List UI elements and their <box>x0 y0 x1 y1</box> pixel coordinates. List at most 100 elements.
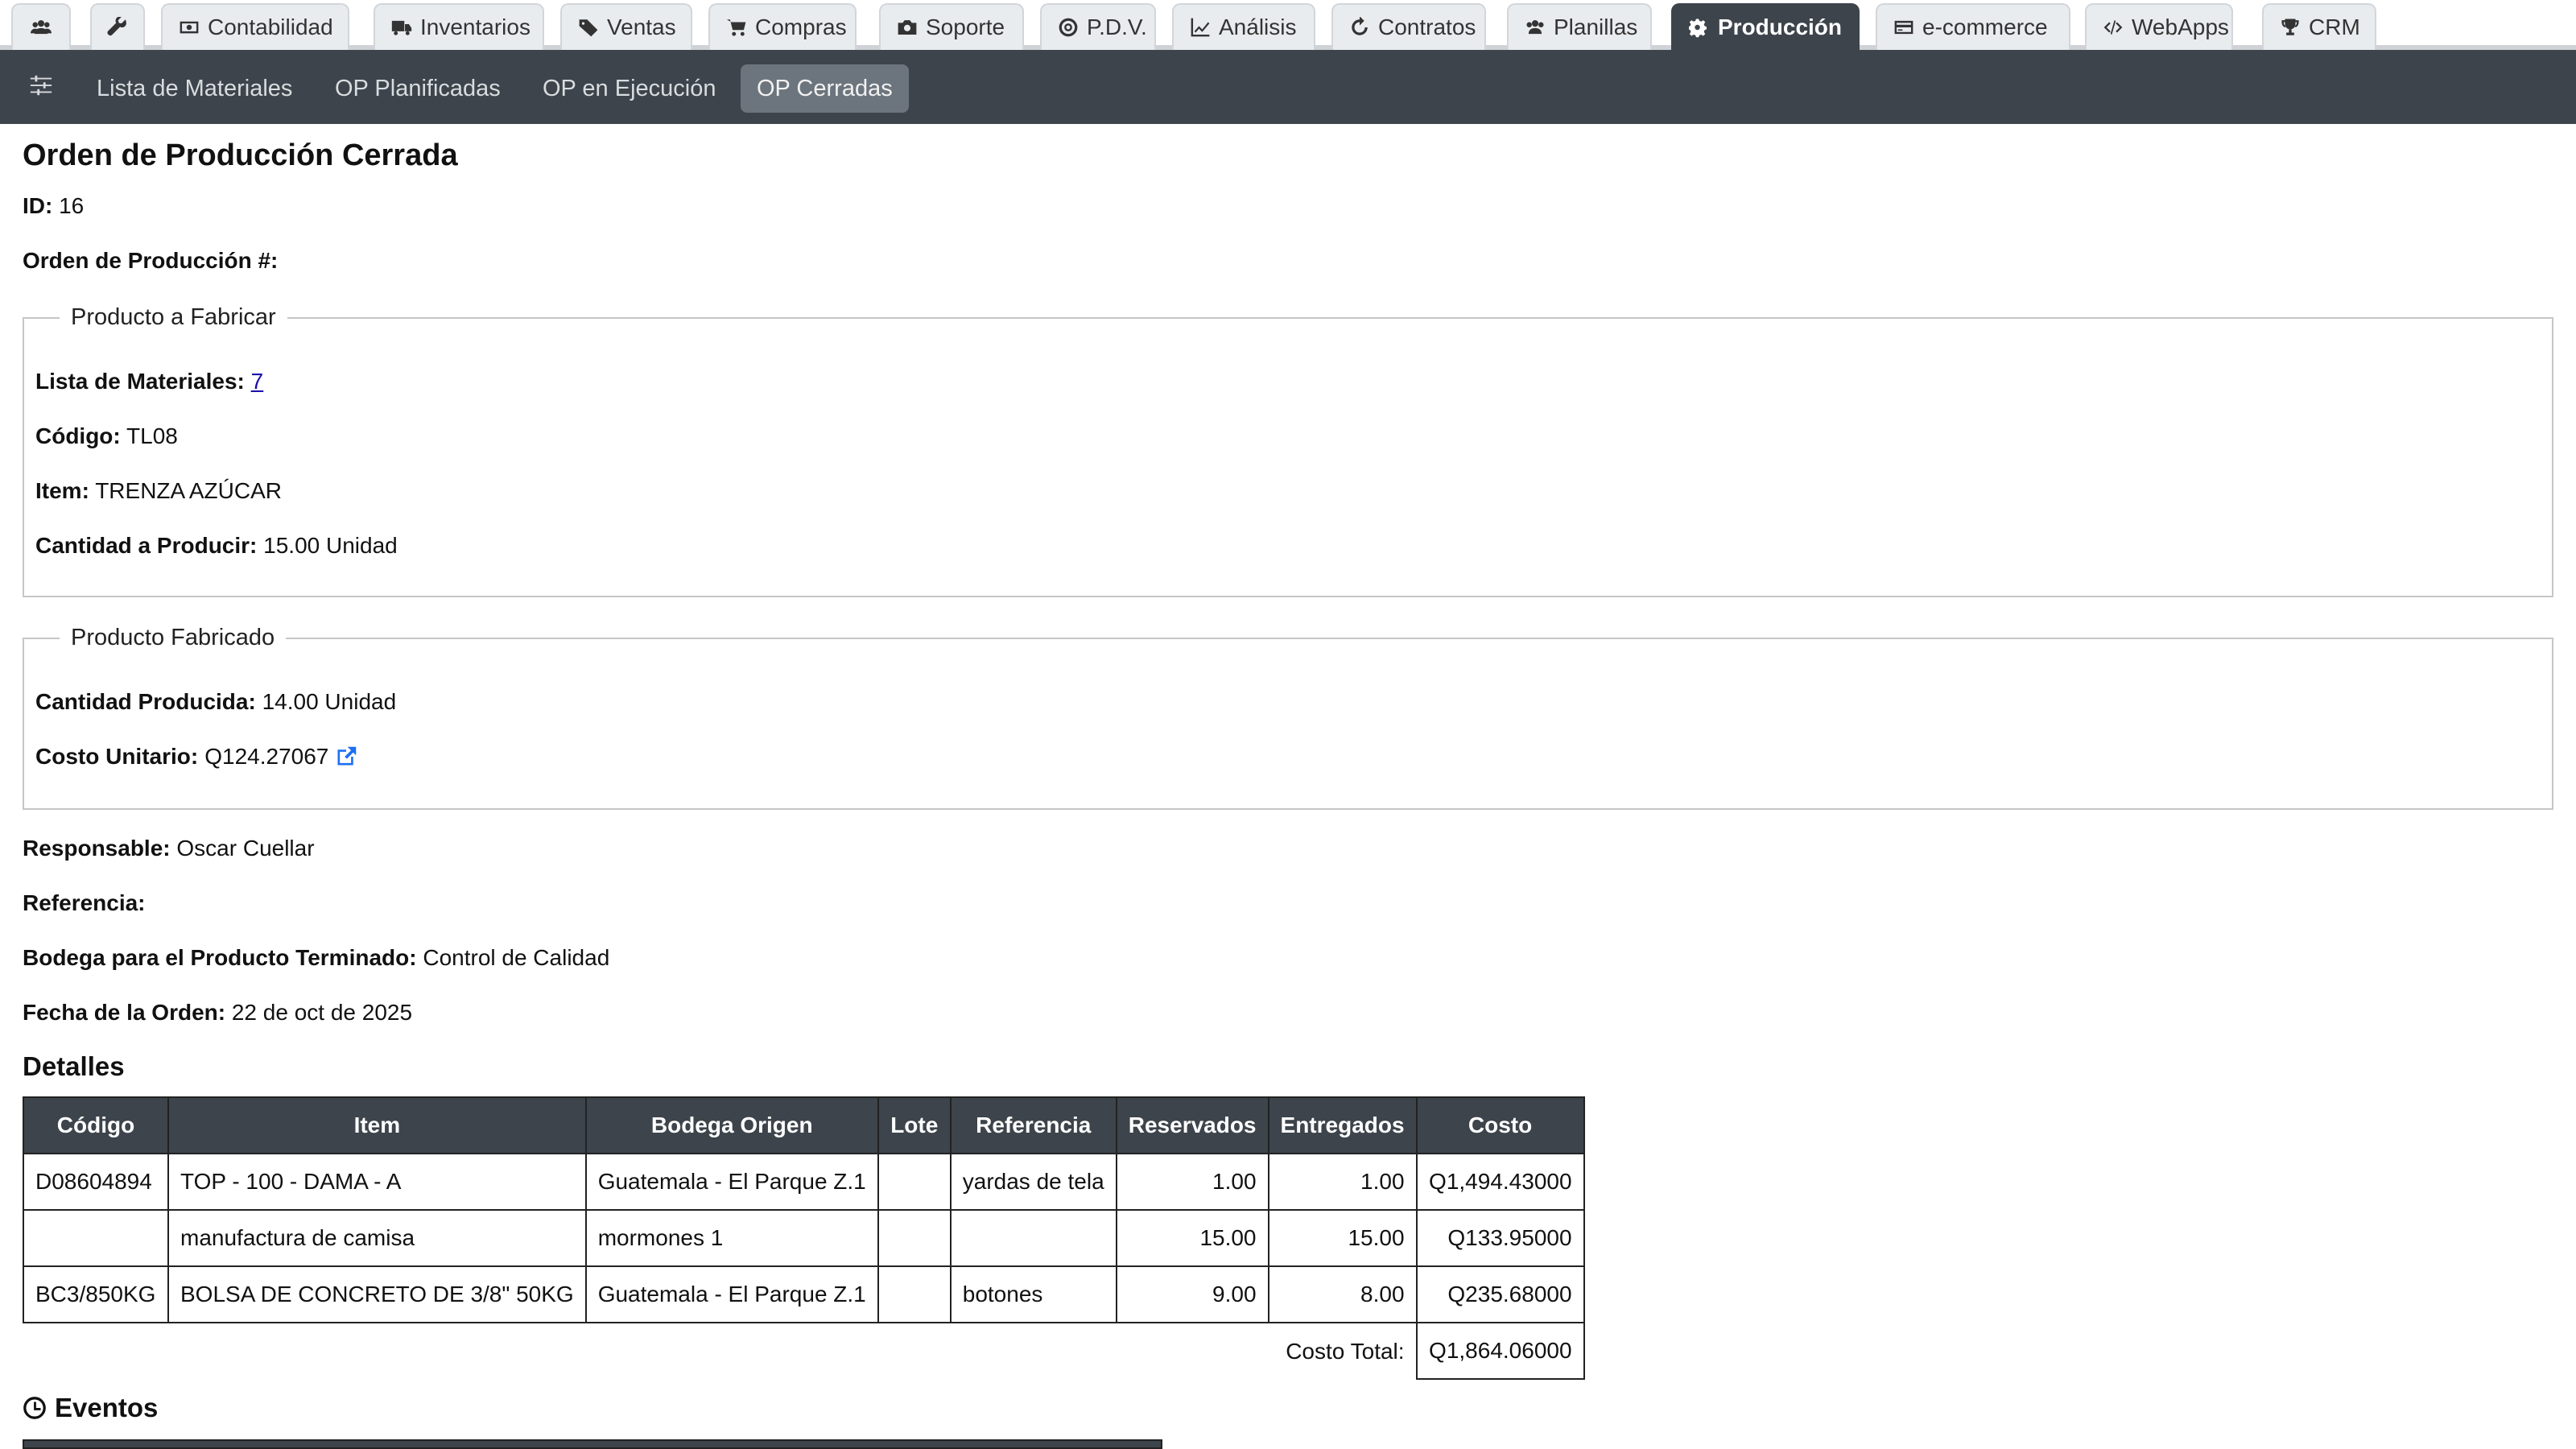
cell-costo: Q235.68000 <box>1415 1265 1585 1323</box>
id-label: ID: <box>23 193 53 218</box>
tab-crm[interactable]: CRM <box>2262 3 2376 50</box>
cell-bodega: Guatemala - El Parque Z.1 <box>584 1265 879 1323</box>
total-label: Costo Total: <box>1286 1338 1405 1364</box>
bodega-value: Control de Calidad <box>423 945 610 970</box>
unit-cost-label: Costo Unitario: <box>35 744 199 769</box>
table-row: D08604894 TOP - 100 - DAMA - A Guatemala… <box>23 1153 1585 1211</box>
cell-lote <box>877 1265 952 1323</box>
table-row: BC3/850KG BOLSA DE CONCRETO DE 3/8" 50KG… <box>23 1265 1585 1323</box>
code-field: Código: TL08 <box>35 423 178 449</box>
cell-reservados: 1.00 <box>1115 1153 1269 1211</box>
item-label: Item: <box>35 478 89 503</box>
item-field: Item: TRENZA AZÚCAR <box>35 478 282 504</box>
refresh-icon <box>1352 17 1368 35</box>
id-value: 16 <box>59 193 85 218</box>
trophy-icon <box>2281 19 2299 35</box>
tab-inventarios[interactable]: Inventarios <box>374 3 544 50</box>
sliders-menu-button[interactable] <box>27 69 55 101</box>
wrench-icon <box>107 17 126 36</box>
col-lote: Lote <box>877 1096 952 1154</box>
subnav-op-planificadas[interactable]: OP Planificadas <box>319 64 517 113</box>
produced-label: Cantidad Producida: <box>35 689 256 714</box>
tab-ecommerce[interactable]: e-commerce <box>1876 3 2070 50</box>
cell-bodega: Guatemala - El Parque Z.1 <box>584 1153 879 1211</box>
tab-label: Producción <box>1718 14 1843 39</box>
tab-label: Contratos <box>1378 14 1476 39</box>
total-value: Q1,864.06000 <box>1415 1322 1585 1380</box>
camera-icon <box>898 20 917 35</box>
detalles-heading: Detalles <box>23 1051 125 1081</box>
cell-item: BOLSA DE CONCRETO DE 3/8" 50KG <box>167 1265 587 1323</box>
tab-analisis[interactable]: Análisis <box>1172 3 1315 50</box>
code-label: Código: <box>35 423 121 448</box>
tab-produccion[interactable]: Producción <box>1671 3 1860 50</box>
gears-icon <box>1689 19 1707 38</box>
tab-compras[interactable]: Compras <box>708 3 857 50</box>
tab-planillas[interactable]: Planillas <box>1507 3 1652 50</box>
fecha-value: 22 de oct de 2025 <box>231 1000 413 1025</box>
tab-ventas[interactable]: Ventas <box>560 3 692 50</box>
external-link-icon[interactable] <box>335 745 357 768</box>
qty-field: Cantidad a Producir: 15.00 Unidad <box>35 533 398 559</box>
col-codigo: Código <box>23 1096 169 1154</box>
tab-soporte[interactable]: Soporte <box>879 3 1024 50</box>
sliders-icon <box>30 75 52 96</box>
col-referencia: Referencia <box>949 1096 1117 1154</box>
tab-label: P.D.V. <box>1087 14 1147 39</box>
tab-label: WebApps <box>2132 14 2229 39</box>
col-reservados: Reservados <box>1115 1096 1269 1154</box>
tab-label: Soporte <box>926 14 1005 39</box>
qty-label: Cantidad a Producir: <box>35 533 258 558</box>
cell-costo: Q1,494.43000 <box>1415 1153 1585 1211</box>
bom-link[interactable]: 7 <box>251 369 264 394</box>
col-item: Item <box>167 1096 587 1154</box>
page-title: Orden de Producción Cerrada <box>23 138 458 172</box>
tab-contratos[interactable]: Contratos <box>1331 3 1486 50</box>
responsable-field: Responsable: Oscar Cuellar <box>23 836 315 861</box>
tab-users[interactable] <box>11 3 71 50</box>
cell-referencia <box>949 1209 1117 1267</box>
cell-codigo <box>23 1209 169 1267</box>
producto-fabricado-box: Producto Fabricado Cantidad Producida: 1… <box>23 625 2553 810</box>
bodega-label: Bodega para el Producto Terminado: <box>23 945 417 970</box>
cell-entregados: 1.00 <box>1267 1153 1418 1211</box>
module-tab-bar: Contabilidad Inventarios Ventas Compras … <box>0 0 2576 50</box>
subnav-op-ejecucion[interactable]: OP en Ejecución <box>526 64 733 113</box>
tab-settings[interactable] <box>90 3 145 50</box>
cell-item: manufactura de camisa <box>167 1209 587 1267</box>
eventos-heading-label: Eventos <box>55 1393 159 1422</box>
cart-icon <box>726 19 746 36</box>
clock-icon <box>23 1397 46 1419</box>
detalles-table: Código Item Bodega Origen Lote Referenci… <box>23 1096 1585 1380</box>
subnav-lista-materiales[interactable]: Lista de Materiales <box>80 64 308 113</box>
tab-pdv[interactable]: P.D.V. <box>1040 3 1156 50</box>
responsable-label: Responsable: <box>23 836 171 861</box>
tab-label: Inventarios <box>420 14 530 39</box>
tab-label: Planillas <box>1554 14 1638 39</box>
cell-entregados: 8.00 <box>1267 1265 1418 1323</box>
tab-label: e-commerce <box>1922 14 2048 39</box>
cell-lote <box>877 1209 952 1267</box>
item-value: TRENZA AZÚCAR <box>95 478 282 503</box>
target-icon <box>1059 18 1078 37</box>
tab-contabilidad[interactable]: Contabilidad <box>161 3 349 50</box>
col-costo: Costo <box>1415 1096 1585 1154</box>
bom-label: Lista de Materiales: <box>35 369 245 394</box>
cell-entregados: 15.00 <box>1267 1209 1418 1267</box>
line-chart-icon <box>1191 18 1210 37</box>
cell-bodega: mormones 1 <box>584 1209 879 1267</box>
unit-cost-field: Costo Unitario: Q124.27067 <box>35 744 357 770</box>
credit-card-icon <box>1894 20 1913 35</box>
subnav-op-cerradas[interactable]: OP Cerradas <box>741 64 909 113</box>
detalles-header-row: Código Item Bodega Origen Lote Referenci… <box>23 1096 1585 1154</box>
table-row: manufactura de camisa mormones 1 15.00 1… <box>23 1209 1585 1267</box>
eventos-table-header <box>23 1439 1162 1449</box>
fecha-label: Fecha de la Orden: <box>23 1000 226 1025</box>
tab-label: CRM <box>2309 14 2360 39</box>
cell-codigo: BC3/850KG <box>23 1265 169 1323</box>
cell-reservados: 9.00 <box>1115 1265 1269 1323</box>
bodega-field: Bodega para el Producto Terminado: Contr… <box>23 945 609 971</box>
cell-referencia: yardas de tela <box>949 1153 1117 1211</box>
tab-webapps[interactable]: WebApps <box>2085 3 2233 50</box>
producto-fabricado-legend: Producto Fabricado <box>60 625 287 651</box>
